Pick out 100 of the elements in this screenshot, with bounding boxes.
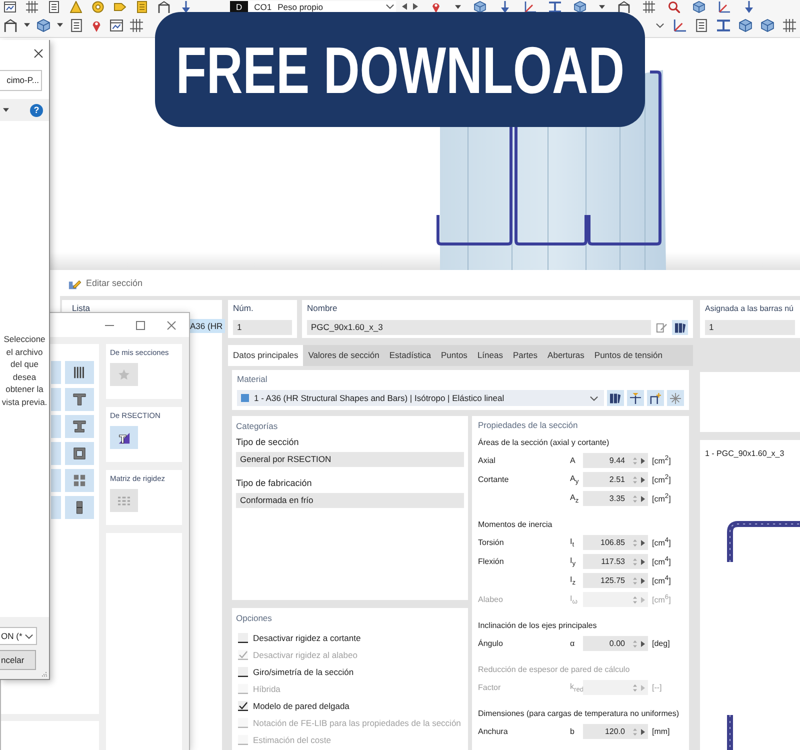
cube-icon[interactable] [574, 0, 586, 12]
cube-icon[interactable] [693, 0, 705, 12]
grid-icon[interactable] [783, 18, 796, 32]
number-field[interactable]: 1 [233, 320, 292, 335]
library-button[interactable] [672, 320, 688, 335]
list-icon[interactable] [695, 18, 708, 32]
maximize-icon[interactable] [136, 320, 145, 330]
value-field[interactable]: 9.44 [583, 453, 648, 468]
beam-icon[interactable] [549, 0, 561, 12]
edit-icon[interactable] [656, 322, 667, 333]
tab[interactable]: Puntos [436, 345, 472, 366]
cube-icon[interactable] [739, 18, 752, 32]
value-field[interactable]: 117.53 [583, 554, 648, 569]
load-case-selector[interactable]: D CO1 Peso propio [230, 0, 396, 12]
tab[interactable]: Aberturas [542, 345, 590, 366]
category-field[interactable]: Conformada en frío [236, 493, 464, 508]
menu-arrow-icon[interactable] [641, 578, 645, 584]
category-field[interactable]: General por RSECTION [236, 452, 464, 467]
triangle-icon[interactable] [70, 0, 82, 12]
grid-icon[interactable] [130, 18, 143, 32]
list-icon[interactable] [70, 18, 83, 32]
window-icon[interactable] [4, 0, 16, 12]
material-dropdown[interactable]: 1 - A36 (HR Structural Shapes and Bars) | Isótropo | Elástico lineal [237, 390, 604, 406]
ring-icon[interactable] [92, 0, 104, 12]
axes-icon[interactable] [718, 0, 730, 12]
menu-arrow-icon[interactable] [641, 496, 645, 502]
preview-caption: 1 - PGC_90x1.60_x_3 [705, 448, 784, 459]
close-icon[interactable] [34, 48, 43, 58]
resize-grip-icon[interactable] [41, 671, 47, 677]
assigned-field[interactable]: 1 [705, 320, 795, 335]
frame-icon[interactable] [158, 0, 170, 12]
down-arrow-icon[interactable] [499, 0, 511, 12]
chevron-down-icon[interactable] [656, 22, 664, 28]
star-icon [118, 368, 130, 380]
caret-icon[interactable] [3, 108, 9, 112]
cube-icon[interactable] [761, 18, 774, 32]
cube-icon[interactable] [474, 0, 486, 12]
menu-arrow-icon[interactable] [641, 558, 645, 564]
beam-icon[interactable] [717, 18, 730, 32]
pin-icon[interactable] [430, 0, 442, 12]
checkbox[interactable] [238, 666, 248, 676]
section-type-button[interactable] [65, 415, 94, 438]
down-arrow-icon[interactable] [180, 0, 192, 12]
down-arrow-icon[interactable] [743, 0, 755, 12]
checkbox[interactable] [238, 632, 248, 642]
tag-icon[interactable] [114, 0, 126, 12]
minimize-icon[interactable] [105, 324, 114, 326]
tab[interactable]: Partes [508, 345, 543, 366]
value-field[interactable]: 106.85 [583, 535, 648, 550]
caret-icon[interactable] [57, 23, 63, 27]
book-icon [610, 392, 621, 404]
list-item[interactable]: A36 (HR [188, 319, 225, 333]
list-icon[interactable] [48, 0, 60, 12]
axes-icon[interactable] [673, 18, 686, 32]
value-field[interactable]: 125.75 [583, 573, 648, 588]
section-type-button[interactable] [65, 361, 94, 384]
value-field[interactable]: 2.51 [583, 472, 648, 487]
name-field[interactable]: PGC_90x1.60_x_3 [307, 320, 651, 335]
checkbox[interactable] [238, 700, 248, 710]
menu-arrow-icon[interactable] [641, 476, 645, 482]
tab[interactable]: Líneas [472, 345, 508, 366]
document-icon[interactable] [136, 0, 148, 12]
previous-arrow-icon[interactable] [402, 3, 407, 10]
help-button[interactable]: ? [30, 104, 43, 116]
search-icon[interactable] [668, 0, 680, 12]
value-field[interactable]: 0.00 [583, 636, 648, 651]
axes-icon[interactable] [524, 0, 536, 12]
material-pick-button[interactable] [627, 390, 644, 406]
path-field[interactable]: cimo-P... [0, 70, 42, 91]
menu-arrow-icon[interactable] [641, 458, 645, 464]
window-icon[interactable] [110, 18, 123, 32]
section-type-button[interactable] [65, 496, 94, 519]
cube-icon[interactable] [37, 18, 50, 32]
material-new-button[interactable] [647, 390, 664, 406]
tab[interactable]: Valores de sección [303, 345, 384, 366]
menu-arrow-icon[interactable] [641, 640, 645, 646]
value-field[interactable]: 3.35 [583, 491, 648, 506]
grid-icon[interactable] [643, 0, 655, 12]
caret-icon[interactable] [599, 4, 605, 8]
next-arrow-icon[interactable] [413, 3, 418, 10]
source-button[interactable] [110, 426, 138, 449]
tab[interactable]: Datos principales [228, 345, 304, 366]
frame-icon[interactable] [4, 18, 17, 32]
frame-icon[interactable] [618, 0, 630, 12]
menu-arrow-icon[interactable] [641, 540, 645, 546]
grid-icon[interactable] [26, 0, 38, 12]
caret-icon[interactable] [24, 23, 30, 27]
caret-icon[interactable] [455, 4, 461, 8]
material-library-button[interactable] [607, 390, 624, 406]
menu-arrow-icon[interactable] [641, 728, 645, 734]
close-icon[interactable] [167, 320, 176, 330]
file-type-dropdown[interactable]: ON (* [0, 627, 37, 645]
section-type-button[interactable] [65, 388, 94, 411]
value-field[interactable]: 120.0 [583, 724, 648, 739]
cancel-button[interactable]: ncelar [0, 650, 36, 670]
tab[interactable]: Estadística [384, 345, 436, 366]
dialog-title: Editar sección [86, 278, 143, 288]
tab[interactable]: Puntos de tensión [589, 345, 668, 366]
section-type-button[interactable] [65, 442, 94, 465]
section-type-button[interactable] [65, 469, 94, 492]
